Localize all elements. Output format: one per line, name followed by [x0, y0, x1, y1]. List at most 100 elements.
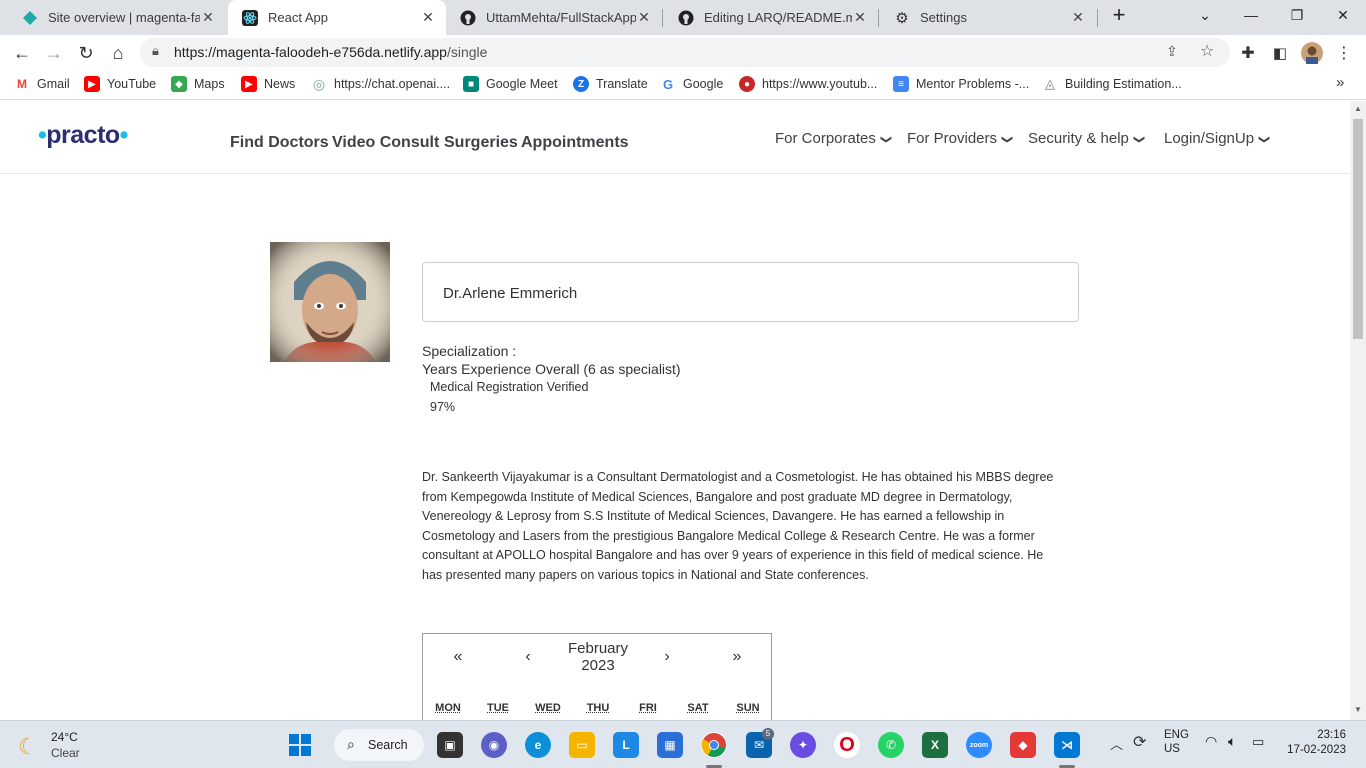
lock-icon[interactable]: 🔒︎: [152, 43, 159, 59]
browser-tab-strip: Site overview | magenta-falo ✕ React App…: [0, 0, 1366, 35]
prev-year-button[interactable]: «: [443, 648, 473, 666]
battery-icon[interactable]: ▭: [1252, 734, 1264, 750]
scrollbar-thumb[interactable]: [1353, 119, 1363, 339]
opera-icon[interactable]: O: [834, 732, 860, 758]
react-icon: [242, 9, 258, 26]
address-bar[interactable]: 🔒︎ https://magenta-faloodeh-e756da.netli…: [140, 38, 1230, 67]
bookmark-star-icon[interactable]: ☆: [1200, 41, 1214, 61]
home-icon[interactable]: ⌂: [104, 39, 132, 67]
tab-github-repo[interactable]: UttamMehta/FullStackApplic ✕: [446, 0, 662, 35]
window-close-icon[interactable]: ✕: [1320, 0, 1366, 30]
bookmark-translate[interactable]: Z Translate: [573, 76, 648, 92]
weekday-label: FRI: [639, 702, 657, 714]
close-icon[interactable]: ✕: [852, 9, 868, 26]
excel-icon[interactable]: X: [922, 732, 948, 758]
bookmark-mentor-problems[interactable]: ≡ Mentor Problems -...: [893, 76, 1029, 92]
clock[interactable]: 23:16 17-02-2023: [1286, 729, 1346, 756]
weekday-label: TUE: [487, 702, 509, 714]
nav-label: Login/SignUp: [1164, 130, 1255, 147]
nav-video-consult[interactable]: Video Consult: [332, 134, 439, 152]
tab-github-readme[interactable]: Editing LARQ/README.md a ✕: [664, 0, 878, 35]
youtube-icon: ▶: [241, 76, 257, 92]
anydesk-icon[interactable]: ◆: [1010, 732, 1036, 758]
restore-icon[interactable]: ❐: [1274, 0, 1320, 30]
menu-kebab-icon[interactable]: ⋮: [1330, 39, 1358, 67]
next-month-button[interactable]: ›: [652, 648, 682, 666]
file-explorer-icon[interactable]: ▭: [569, 732, 595, 758]
page-scrollbar[interactable]: ▲ ▼: [1350, 101, 1366, 720]
bookmark-google[interactable]: G Google: [660, 76, 723, 92]
bookmark-youtube-link[interactable]: ● https://www.youtub...: [739, 76, 877, 92]
bookmark-label: Maps: [194, 77, 225, 91]
chrome-icon[interactable]: [701, 732, 727, 758]
tab-title: React App: [268, 10, 328, 25]
tab-react-app[interactable]: React App ✕: [228, 0, 446, 35]
close-icon[interactable]: ✕: [1070, 9, 1086, 26]
nav-login-signup[interactable]: Login/SignUp ❯: [1164, 130, 1270, 147]
bookmark-chatgpt[interactable]: ◎ https://chat.openai....: [311, 76, 450, 92]
minimize-icon[interactable]: —: [1228, 0, 1274, 30]
bookmark-label: YouTube: [107, 77, 157, 91]
bookmarks-bar: M Gmail ▶ YouTube ◆ Maps ▶ News ◎ https://cha…: [0, 70, 1366, 100]
nav-security-help[interactable]: Security & help ❯: [1028, 130, 1145, 147]
tab-site-overview[interactable]: Site overview | magenta-falo ✕: [8, 0, 226, 35]
prev-month-button[interactable]: ‹: [513, 648, 543, 666]
close-icon[interactable]: ✕: [200, 9, 216, 26]
nav-surgeries[interactable]: Surgeries: [444, 134, 518, 152]
nav-for-providers[interactable]: For Providers ❯: [907, 130, 1013, 147]
bookmarks-overflow-button[interactable]: »: [1336, 74, 1344, 91]
next-year-button[interactable]: »: [722, 648, 752, 666]
task-view-icon[interactable]: ▣: [437, 732, 463, 758]
sync-icon[interactable]: ⟳: [1133, 732, 1146, 752]
whatsapp-icon[interactable]: ✆: [878, 732, 904, 758]
tab-search-chevron-icon[interactable]: ⌄: [1182, 0, 1228, 30]
language-indicator[interactable]: ENG US: [1164, 729, 1189, 755]
tab-title: Settings: [920, 10, 967, 25]
volume-icon[interactable]: 🔈︎: [1228, 733, 1236, 750]
wifi-icon[interactable]: ◠: [1205, 733, 1217, 750]
practo-logo[interactable]: •practo•: [38, 121, 128, 150]
bookmark-gmail[interactable]: M Gmail: [14, 76, 70, 92]
windows-taskbar: ☾ 24°C Clear ⌕ Search ▣ ◉ e ▭ L ▦ ✉ 5 ✦ …: [0, 720, 1366, 768]
clock-time: 23:16: [1317, 729, 1346, 741]
bookmark-news[interactable]: ▶ News: [241, 76, 295, 92]
bookmark-maps[interactable]: ◆ Maps: [171, 76, 225, 92]
forward-arrow-icon[interactable]: →: [40, 39, 68, 67]
scroll-up-icon[interactable]: ▲: [1354, 104, 1362, 113]
youtube-channel-icon: ●: [739, 76, 755, 92]
zoom-icon[interactable]: zoom: [966, 732, 992, 758]
bookmark-building-estimation[interactable]: ◬ Building Estimation...: [1042, 76, 1182, 92]
calendar-year: 2023: [581, 657, 615, 674]
bookmark-youtube[interactable]: ▶ YouTube: [84, 76, 156, 92]
close-icon[interactable]: ✕: [636, 9, 652, 26]
windows-start-icon[interactable]: [287, 732, 313, 758]
calendar-month-label[interactable]: February 2023: [543, 640, 653, 674]
reload-icon[interactable]: ↻: [72, 39, 100, 67]
bookmark-google-meet[interactable]: ■ Google Meet: [463, 76, 558, 92]
new-tab-button[interactable]: +: [1096, 0, 1142, 30]
bookmark-label: Mentor Problems -...: [916, 77, 1030, 91]
teams-chat-icon[interactable]: ◉: [481, 732, 507, 758]
launcher-l-icon[interactable]: L: [613, 732, 639, 758]
nav-for-corporates[interactable]: For Corporates ❯: [775, 130, 892, 147]
extensions-icon[interactable]: ✚: [1234, 39, 1262, 67]
language-code: ENG: [1164, 729, 1189, 741]
nav-appointments[interactable]: Appointments: [521, 134, 629, 152]
url-text: https://magenta-faloodeh-e756da.netlify.…: [174, 44, 487, 60]
profile-avatar[interactable]: [1298, 39, 1326, 67]
site-icon: ◬: [1042, 76, 1058, 92]
weekday-label: MON: [435, 702, 461, 714]
back-arrow-icon[interactable]: ←: [8, 39, 36, 67]
chevron-up-icon[interactable]: ︿: [1110, 734, 1123, 753]
nav-find-doctors[interactable]: Find Doctors: [230, 134, 329, 152]
edge-icon[interactable]: e: [525, 732, 551, 758]
side-panel-icon[interactable]: ◧: [1266, 39, 1294, 67]
microsoft-store-icon[interactable]: ▦: [657, 732, 683, 758]
share-icon[interactable]: ⇪: [1166, 43, 1178, 60]
close-icon[interactable]: ✕: [420, 9, 436, 26]
taskbar-search[interactable]: ⌕ Search: [334, 729, 424, 761]
scroll-down-icon[interactable]: ▼: [1354, 705, 1362, 714]
copilot-icon[interactable]: ✦: [790, 732, 816, 758]
tab-settings[interactable]: ⚙ Settings ✕: [880, 0, 1096, 35]
vscode-icon[interactable]: ⋊: [1054, 732, 1080, 758]
